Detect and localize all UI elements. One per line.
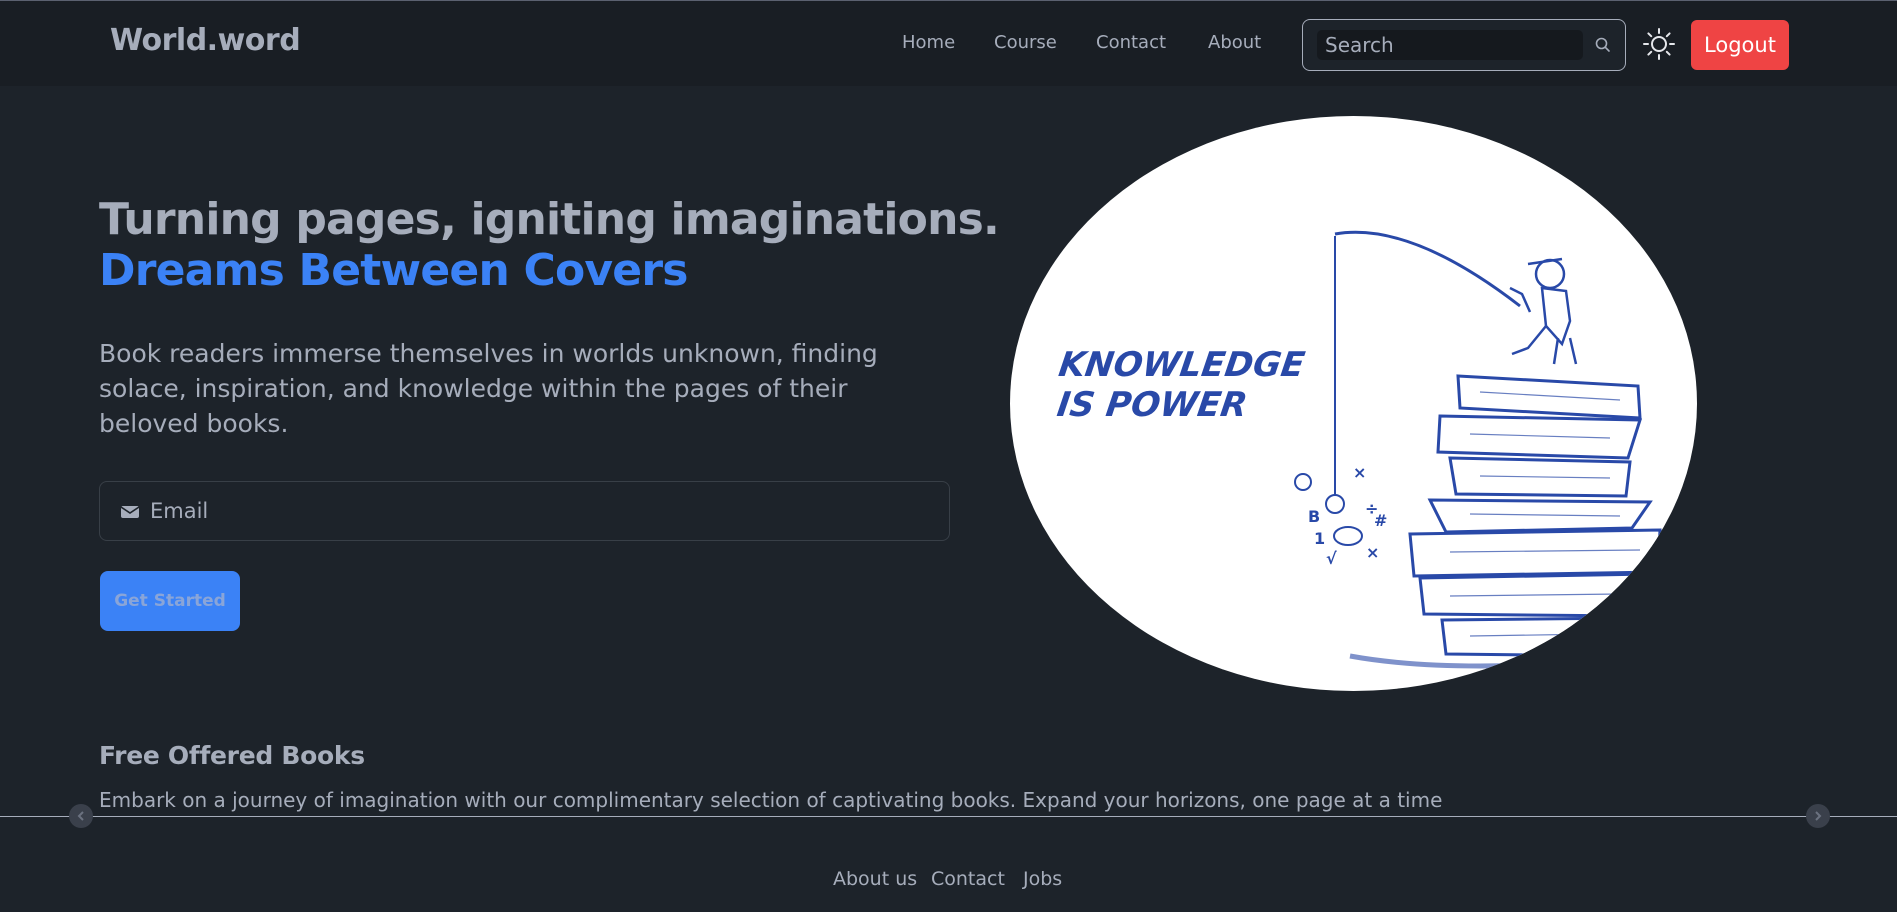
footer-link-jobs[interactable]: Jobs [1023, 868, 1062, 890]
chevron-right-icon [1815, 811, 1822, 821]
footer-link-about[interactable]: About us [833, 868, 917, 890]
email-field-wrapper [99, 481, 950, 541]
nav-home[interactable]: Home [902, 32, 955, 53]
idea-doodles [1294, 473, 1363, 546]
boy-figure [1509, 257, 1578, 365]
svg-text:√: √ [1326, 549, 1337, 568]
page: World.word Home Course Contact About Sea… [0, 0, 1897, 912]
svg-text:×: × [1366, 543, 1379, 562]
carousel-next-button[interactable] [1806, 804, 1830, 828]
nav-course[interactable]: Course [994, 32, 1057, 53]
nav-contact[interactable]: Contact [1096, 32, 1166, 53]
illustration-text-knowledge: KNOWLEDGE [1056, 345, 1307, 385]
sun-icon[interactable] [1642, 27, 1676, 61]
svg-text:#: # [1374, 511, 1387, 530]
section-divider [0, 816, 1897, 817]
carousel-prev-button[interactable] [69, 804, 93, 828]
section-title: Free Offered Books [99, 741, 365, 770]
hero-description: Book readers immerse themselves in world… [99, 339, 878, 438]
hero-title-accent: Dreams Between Covers [99, 245, 688, 296]
hero-title-main: Turning pages, igniting imaginations. [99, 194, 1000, 245]
svg-text:1: 1 [1314, 529, 1325, 548]
svg-text:×: × [1353, 463, 1366, 482]
chevron-left-icon [77, 811, 84, 821]
search-box [1302, 19, 1626, 71]
navbar: World.word Home Course Contact About Sea… [0, 1, 1897, 86]
nav-about[interactable]: About [1208, 32, 1261, 53]
knowledge-illustration: KNOWLEDGE IS POWER × B ÷ # 1 × √ [1055, 230, 1662, 669]
logout-button[interactable]: Logout [1691, 20, 1789, 70]
svg-text:B: B [1308, 507, 1320, 526]
footer-link-contact[interactable]: Contact [931, 868, 1005, 890]
book-stack [1349, 374, 1662, 669]
hero-illustration: KNOWLEDGE IS POWER × B ÷ # 1 × √ [1010, 116, 1697, 691]
mail-icon [121, 506, 139, 518]
brand-logo[interactable]: World.word [110, 23, 301, 58]
section-description: Embark on a journey of imagination with … [99, 788, 1443, 812]
search-icon[interactable] [1593, 35, 1613, 55]
search-input[interactable] [1317, 30, 1583, 60]
email-field[interactable] [150, 492, 930, 530]
hero-title: Turning pages, igniting imaginations. Dr… [99, 194, 1000, 296]
illustration-text-power: IS POWER [1055, 385, 1250, 425]
get-started-button[interactable]: Get Started [100, 571, 240, 631]
